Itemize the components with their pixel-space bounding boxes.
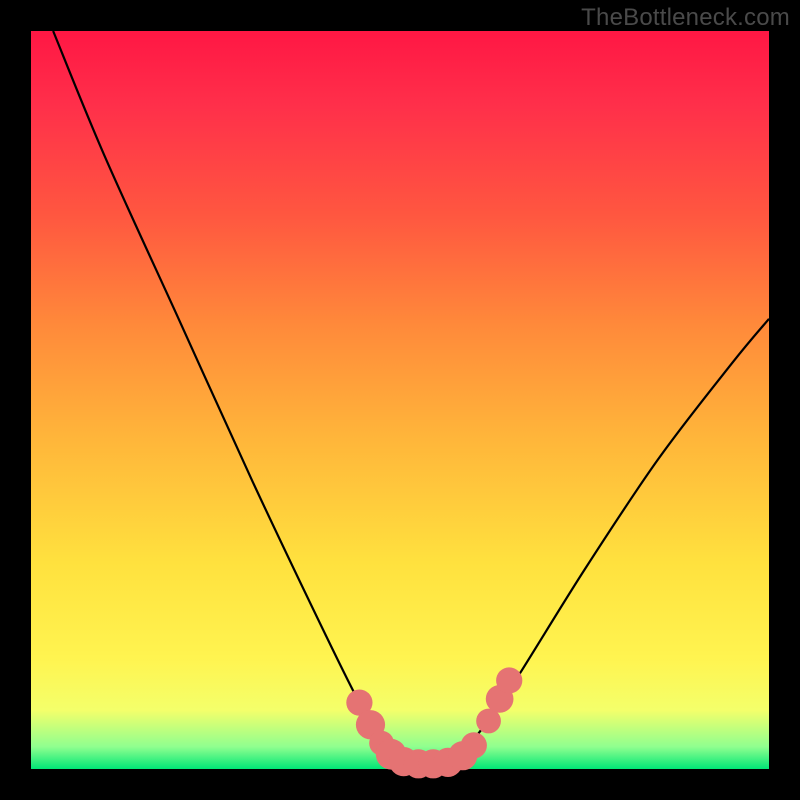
chart-plot-area bbox=[31, 31, 769, 769]
chart-frame: TheBottleneck.com bbox=[0, 0, 800, 800]
curve-markers bbox=[346, 667, 522, 778]
curve-marker bbox=[461, 732, 487, 758]
curve-marker bbox=[496, 667, 522, 693]
watermark-text: TheBottleneck.com bbox=[581, 4, 790, 32]
chart-svg bbox=[31, 31, 769, 769]
bottleneck-curve bbox=[53, 31, 769, 766]
